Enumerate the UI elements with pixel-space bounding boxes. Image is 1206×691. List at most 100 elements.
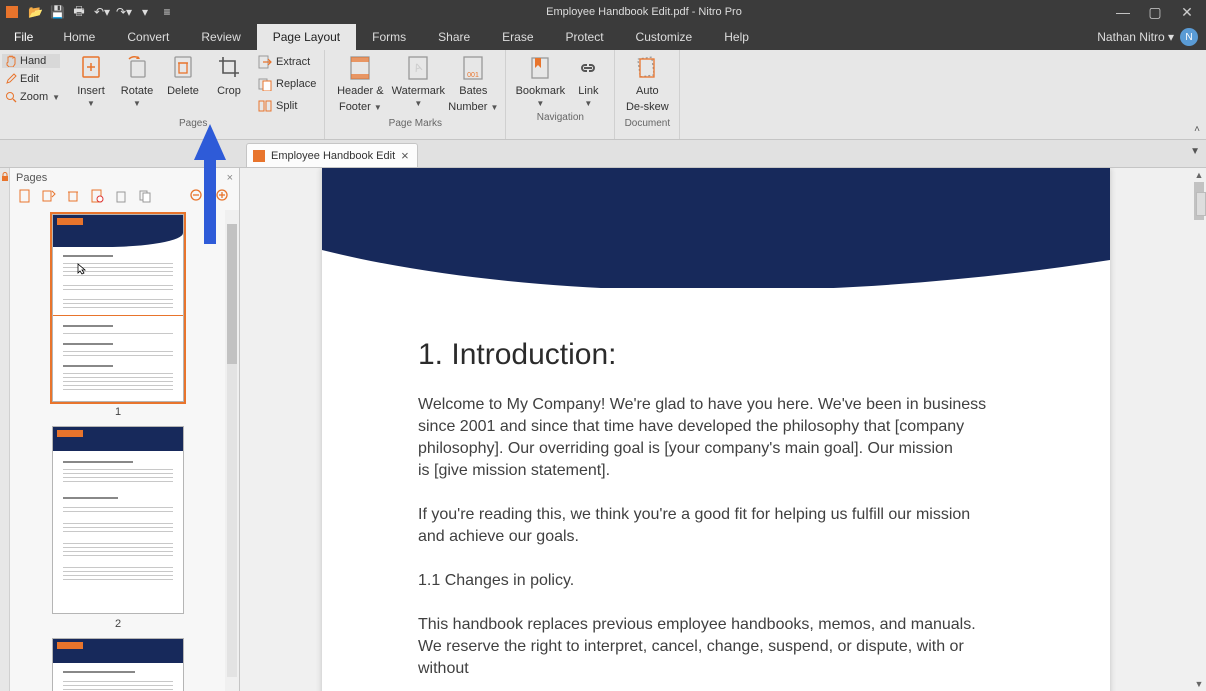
- maximize-button[interactable]: ▢: [1146, 4, 1164, 21]
- crop-button[interactable]: Crop: [206, 52, 252, 116]
- ribbon-group-navigation: Bookmark▼ Link▼ Navigation: [506, 50, 615, 139]
- rotate-icon: [125, 54, 149, 82]
- insert-page-icon[interactable]: [18, 189, 32, 203]
- extract-button[interactable]: Extract: [256, 52, 318, 72]
- group-label-doc: Document: [621, 116, 673, 133]
- group-label-pages: Pages: [68, 116, 318, 133]
- page-thumbnail-1[interactable]: 1: [52, 214, 184, 418]
- link-icon: [576, 54, 600, 82]
- extract-icon: [258, 55, 272, 69]
- pages-panel-close[interactable]: ×: [227, 172, 233, 184]
- tab-customize[interactable]: Customize: [620, 24, 709, 50]
- select-icon[interactable]: ▾: [138, 5, 152, 19]
- close-tab-button[interactable]: ×: [401, 148, 409, 163]
- pages-panel-toolbar: [10, 186, 239, 210]
- rotate-page-icon[interactable]: [114, 189, 128, 203]
- doc-paragraph: Welcome to My Company! We're glad to hav…: [418, 394, 990, 460]
- group-label-marks: Page Marks: [331, 116, 499, 133]
- thumbnails-scrollbar[interactable]: [225, 210, 239, 691]
- bates-icon: 001: [461, 54, 485, 82]
- tab-forms[interactable]: Forms: [356, 24, 422, 50]
- quick-access-toolbar: 📂 💾 🖶 ↶▾ ↷▾ ▾ ≡: [0, 2, 174, 23]
- undo-icon[interactable]: ↶▾: [94, 5, 108, 19]
- replace-page-icon[interactable]: [90, 189, 104, 203]
- delete-icon: [171, 54, 195, 82]
- hand-tool[interactable]: Hand: [2, 54, 60, 68]
- wave-divider: [322, 250, 1110, 310]
- tab-review[interactable]: Review: [185, 24, 256, 50]
- doc-paragraph: If you're reading this, we think you're …: [418, 504, 990, 548]
- ribbon-group-document: Auto De-skew Document: [615, 50, 680, 139]
- page-thumbnail-2[interactable]: 2: [52, 426, 184, 630]
- tabs-expand-button[interactable]: ▼: [1190, 146, 1200, 157]
- title-bar: 📂 💾 🖶 ↶▾ ↷▾ ▾ ≡ Employee Handbook Edit.p…: [0, 0, 1206, 24]
- print-icon[interactable]: 🖶: [72, 2, 86, 23]
- doc-subheading: 1.1 Changes in policy.: [418, 570, 990, 592]
- save-icon[interactable]: 💾: [50, 5, 64, 19]
- redo-icon[interactable]: ↷▾: [116, 5, 130, 19]
- zoom-tool[interactable]: Zoom▼: [2, 90, 60, 104]
- doc-paragraph: is [give mission statement].: [418, 460, 990, 482]
- doc-paragraph: This handbook replaces previous employee…: [418, 614, 990, 680]
- bates-number-button[interactable]: 001 Bates Number ▼: [447, 52, 499, 116]
- delete-page-icon[interactable]: [66, 189, 80, 203]
- header-footer-button[interactable]: Header & Footer ▼: [331, 52, 389, 116]
- auto-deskew-button[interactable]: Auto De-skew: [621, 52, 673, 116]
- pdf-icon: [253, 150, 265, 162]
- ribbon-mini-tools: Hand Edit Zoom▼: [0, 50, 62, 139]
- bookmark-button[interactable]: Bookmark▼: [512, 52, 568, 110]
- ribbon-group-pages: Insert▼ Rotate▼ Delete Crop Extract Repl…: [62, 50, 325, 139]
- file-menu[interactable]: File: [0, 24, 47, 50]
- link-button[interactable]: Link▼: [568, 52, 608, 110]
- insert-icon: [79, 54, 103, 82]
- zoom-icon: [5, 91, 17, 103]
- ribbon-collapse-button[interactable]: ˄: [1188, 50, 1206, 139]
- tab-share[interactable]: Share: [422, 24, 486, 50]
- ribbon: Hand Edit Zoom▼ Insert▼ Rotate▼: [0, 50, 1206, 140]
- minimize-button[interactable]: —: [1114, 4, 1132, 21]
- rotate-button[interactable]: Rotate▼: [114, 52, 160, 116]
- header-footer-icon: [348, 54, 372, 82]
- close-button[interactable]: ✕: [1178, 4, 1196, 21]
- open-icon[interactable]: 📂: [28, 5, 42, 19]
- bookmark-icon: [528, 54, 552, 82]
- split-icon: [258, 99, 272, 113]
- replace-icon: [258, 77, 272, 91]
- lock-icon[interactable]: [0, 172, 10, 182]
- ruler-tab[interactable]: [1196, 192, 1206, 216]
- tab-page-layout[interactable]: Page Layout: [257, 24, 356, 50]
- tab-convert[interactable]: Convert: [111, 24, 185, 50]
- delete-button[interactable]: Delete: [160, 52, 206, 116]
- extract-page-icon[interactable]: [42, 189, 56, 203]
- tab-help[interactable]: Help: [708, 24, 765, 50]
- document-tab[interactable]: Employee Handbook Edit ×: [246, 143, 418, 167]
- thumbnail-number: 1: [52, 406, 184, 418]
- document-tab-label: Employee Handbook Edit: [271, 150, 395, 162]
- copy-page-icon[interactable]: [138, 189, 152, 203]
- group-label-nav: Navigation: [512, 110, 608, 127]
- user-name[interactable]: Nathan Nitro ▾: [1097, 30, 1174, 44]
- zoom-out-thumbs-icon[interactable]: [189, 188, 205, 204]
- watermark-button[interactable]: A Watermark▼: [389, 52, 447, 116]
- svg-text:A: A: [413, 61, 425, 75]
- page-view: 1. Introduction: Welcome to My Company! …: [322, 168, 1110, 691]
- document-tabs: Employee Handbook Edit × ▼: [0, 140, 1206, 168]
- user-avatar[interactable]: N: [1180, 28, 1198, 46]
- ribbon-group-page-marks: Header & Footer ▼ A Watermark▼ 001 Bates…: [325, 50, 506, 139]
- tab-erase[interactable]: Erase: [486, 24, 549, 50]
- tab-protect[interactable]: Protect: [550, 24, 620, 50]
- zoom-in-thumbs-icon[interactable]: [215, 188, 231, 204]
- edit-tool[interactable]: Edit: [2, 72, 60, 86]
- pages-panel-title: Pages: [16, 172, 47, 184]
- insert-button[interactable]: Insert▼: [68, 52, 114, 116]
- replace-button[interactable]: Replace: [256, 74, 318, 94]
- tab-home[interactable]: Home: [47, 24, 111, 50]
- thumbnail-number: 2: [52, 618, 184, 630]
- page-thumbnail-3[interactable]: [52, 638, 184, 691]
- split-button[interactable]: Split: [256, 96, 318, 116]
- qat-more-icon[interactable]: ≡: [160, 5, 174, 19]
- thumbnails-list: 1 2: [10, 210, 239, 691]
- document-viewer[interactable]: 1. Introduction: Welcome to My Company! …: [240, 168, 1206, 691]
- watermark-icon: A: [406, 54, 430, 82]
- viewer-scrollbar[interactable]: ▲ ▼: [1192, 168, 1206, 691]
